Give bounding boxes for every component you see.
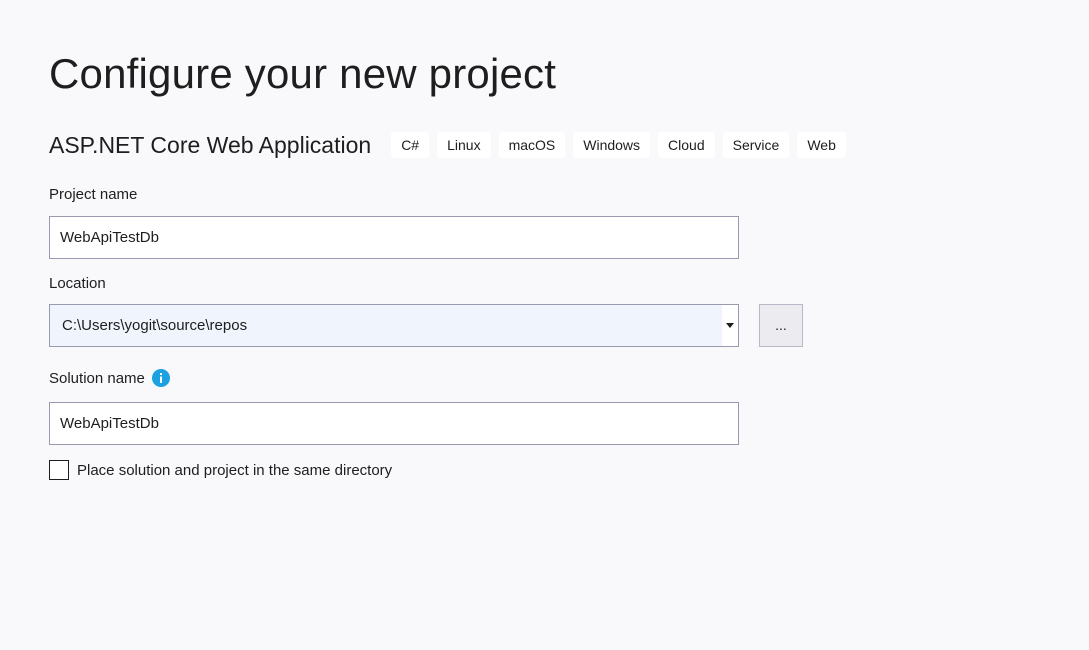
solution-name-input[interactable]: WebApiTestDb [49, 402, 739, 445]
solution-name-label: Solution name [49, 370, 145, 387]
chevron-down-icon [726, 323, 734, 328]
dropdown-arrow[interactable] [722, 305, 738, 346]
template-name: ASP.NET Core Web Application [49, 131, 372, 158]
browse-button[interactable]: ... [759, 304, 803, 347]
same-directory-checkbox[interactable] [49, 460, 69, 480]
template-row: ASP.NET Core Web Application C# Linux ma… [49, 130, 854, 160]
project-name-label: Project name [49, 186, 138, 203]
tag-web: Web [797, 132, 846, 158]
tag-linux: Linux [437, 132, 491, 158]
tag-cloud: Cloud [658, 132, 715, 158]
solution-name-value: WebApiTestDb [60, 415, 159, 432]
info-icon[interactable] [152, 369, 170, 387]
location-label: Location [49, 275, 106, 292]
tag-macos: macOS [498, 132, 566, 158]
page-title: Configure your new project [49, 50, 557, 97]
project-name-value: WebApiTestDb [60, 229, 159, 246]
location-value: C:\Users\yogit\source\repos [62, 317, 248, 334]
tag-service: Service [722, 132, 790, 158]
location-combobox[interactable]: C:\Users\yogit\source\repos [49, 304, 739, 347]
tag-csharp: C# [391, 132, 430, 158]
same-directory-label[interactable]: Place solution and project in the same d… [77, 462, 392, 479]
tag-windows: Windows [573, 132, 651, 158]
project-name-input[interactable]: WebApiTestDb [49, 216, 739, 259]
